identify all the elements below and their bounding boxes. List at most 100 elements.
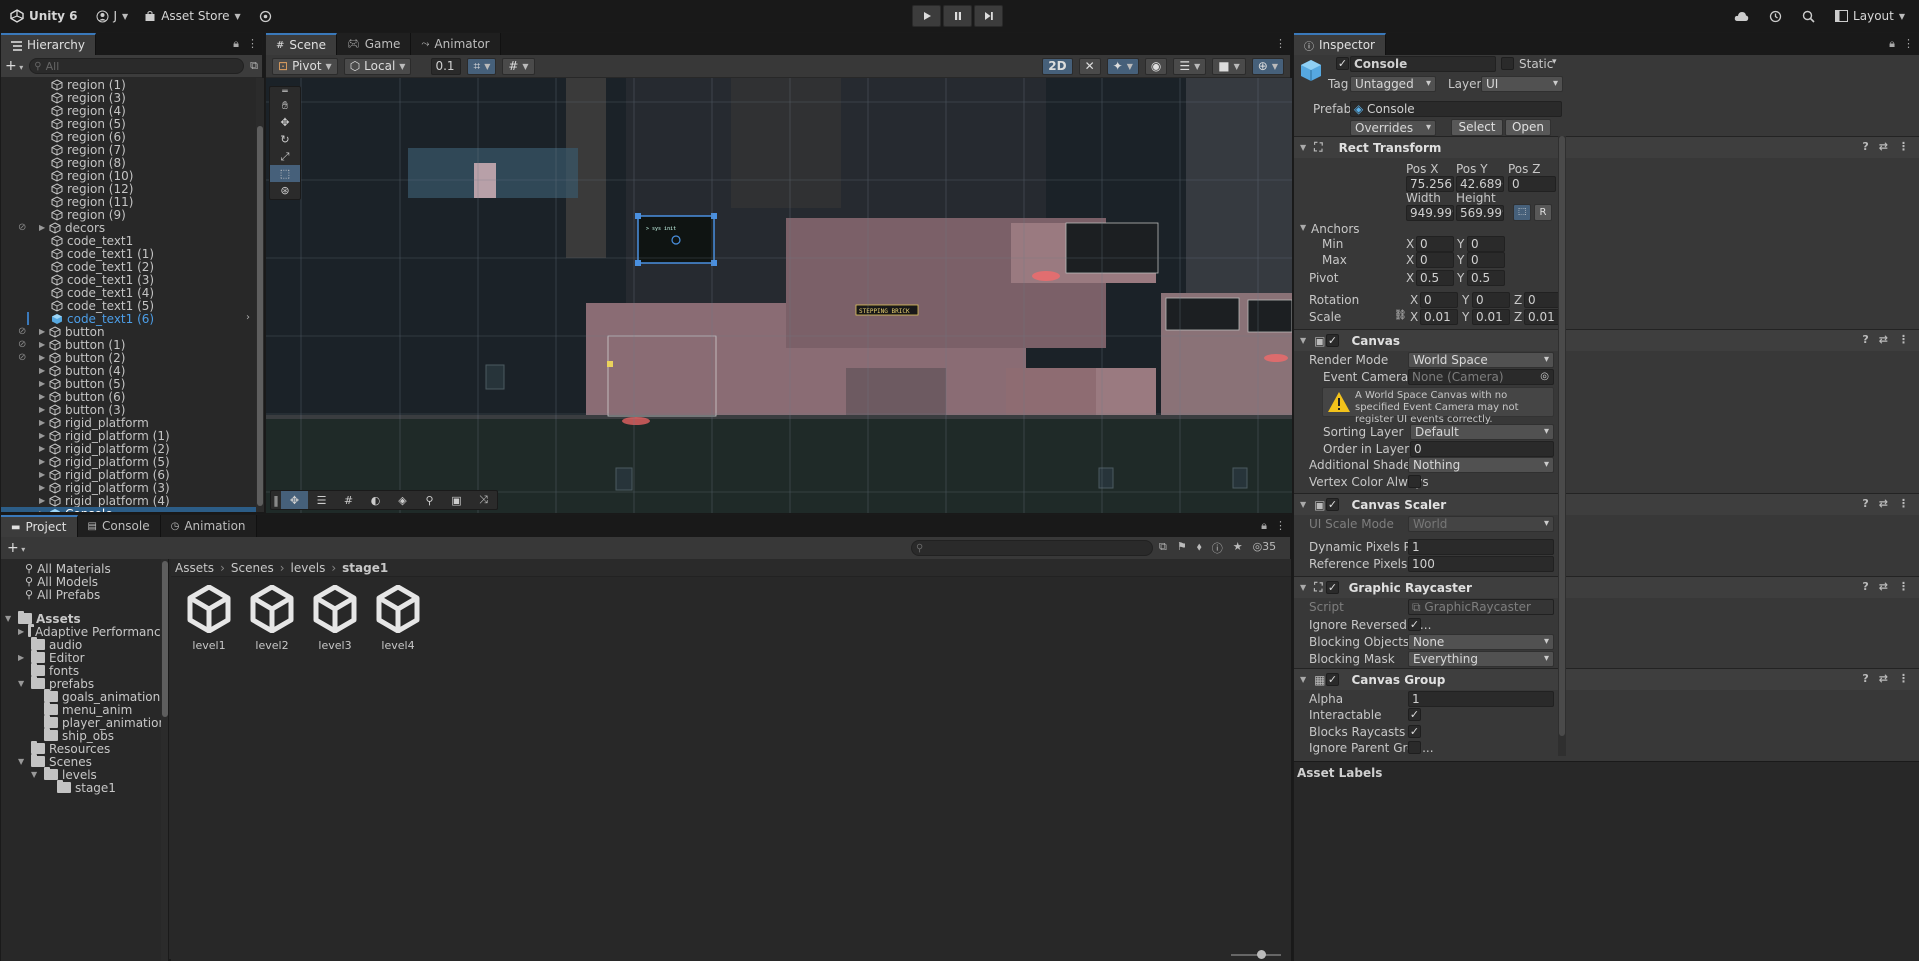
folder-tree-item[interactable]: ▼ levels	[1, 767, 168, 782]
hidden-eye-icon[interactable]: ⊘	[18, 352, 26, 363]
open-button[interactable]: Open	[1505, 119, 1551, 136]
hierarchy-item[interactable]: ⊘ ▶ button (1)	[1, 338, 256, 352]
ignore-parent-groups-checkbox[interactable]	[1408, 741, 1421, 754]
expand-arrow-icon[interactable]: ▶	[39, 483, 49, 492]
history-icon[interactable]	[1769, 10, 1782, 23]
blocks-raycasts-checkbox[interactable]: ✓	[1408, 725, 1421, 738]
shader-channels-dropdown[interactable]: Nothing	[1408, 457, 1554, 473]
rect-tool[interactable]: ⬚	[270, 165, 300, 182]
event-camera-field[interactable]: None (Camera) ◎	[1408, 369, 1554, 385]
move-tool-h[interactable]: ✥	[281, 491, 308, 509]
dynamic-pixels-input[interactable]: 1	[1408, 539, 1554, 555]
expand-arrow-icon[interactable]: ▶	[39, 470, 49, 479]
pivot-dropdown[interactable]: ⊡ Pivot ▼	[272, 57, 338, 75]
hierarchy-item[interactable]: region (3)	[1, 91, 256, 105]
collapse-icon[interactable]: ▼	[1300, 223, 1306, 232]
expand-arrow-icon[interactable]: ▶	[39, 496, 49, 505]
object-name-input[interactable]: Console	[1350, 56, 1496, 72]
scene-asset[interactable]: level1	[179, 585, 239, 652]
expand-arrow-icon[interactable]: ▼	[18, 679, 27, 688]
expand-arrow-icon[interactable]: ▼	[31, 770, 40, 779]
hierarchy-item[interactable]: code_text1 (4)	[1, 286, 256, 300]
cloud-settings-button[interactable]	[259, 10, 272, 23]
tab-animation[interactable]: ◷ Animation	[160, 515, 257, 537]
expand-arrow-icon[interactable]: ▶	[39, 509, 49, 512]
transform-tool[interactable]: ⊛	[270, 182, 300, 199]
reference-pixels-input[interactable]: 100	[1408, 556, 1554, 572]
graphic-raycaster-header[interactable]: ▼ ⛶ ✓ Graphic Raycaster ? ⇄ ⋮	[1294, 576, 1919, 598]
hierarchy-item[interactable]: ▶ rigid_platform (5)	[1, 455, 256, 469]
more-menu-icon[interactable]: ⋮	[1898, 580, 1909, 593]
blocking-objects-dropdown[interactable]: None	[1408, 634, 1554, 650]
active-checkbox[interactable]: ✓	[1336, 57, 1349, 70]
posy-input[interactable]: 42.68961	[1456, 176, 1504, 192]
link-icon[interactable]: ⛓	[1394, 310, 1407, 321]
hierarchy-item[interactable]: region (1)	[1, 78, 256, 92]
inspector-scrollbar[interactable]	[1558, 136, 1566, 756]
folder-tree-item[interactable]: goals_animation	[1, 689, 168, 704]
posz-input[interactable]: 0	[1508, 176, 1556, 192]
account-menu[interactable]: J ▼	[96, 9, 128, 23]
camera-tool[interactable]: ▣	[443, 491, 470, 509]
favorite-search-item[interactable]: ⚲ All Models	[25, 575, 168, 589]
canvas-scaler-enabled-checkbox[interactable]: ✓	[1326, 498, 1339, 511]
info-icon[interactable]: ⓘ	[1212, 540, 1223, 556]
anchor-max-x-input[interactable]: 0	[1416, 252, 1454, 268]
help-icon[interactable]: ?	[1862, 672, 1868, 685]
static-dropdown-icon[interactable]: ▾	[1552, 57, 1557, 67]
hierarchy-item[interactable]: region (8)	[1, 156, 256, 170]
ignore-reversed-checkbox[interactable]: ✓	[1408, 618, 1421, 631]
pivot-x-input[interactable]: 0.5	[1416, 270, 1454, 286]
tab-inspector[interactable]: ⓘ Inspector	[1294, 33, 1386, 55]
search-by-label-icon[interactable]: ⚑	[1177, 540, 1187, 556]
hierarchy-item[interactable]: ▶ Console	[1, 507, 256, 512]
step-button[interactable]	[974, 5, 1003, 27]
expand-arrow-icon[interactable]: ▶	[39, 223, 49, 232]
create-button[interactable]: + ▾	[5, 58, 23, 74]
hierarchy-item[interactable]: region (11)	[1, 195, 256, 209]
shuffle-tool[interactable]: ⤨	[470, 491, 497, 509]
grid-snapping-toggle[interactable]: ⌗ ▼	[467, 57, 497, 75]
visibility-toggle[interactable]: ◉	[1144, 57, 1168, 75]
preset-icon[interactable]: ⇄	[1879, 333, 1888, 346]
help-icon[interactable]: ?	[1862, 140, 1868, 153]
sorting-layer-dropdown[interactable]: Default	[1410, 424, 1554, 440]
lock-icon[interactable]: 🔒︎	[1889, 37, 1895, 51]
tree-scrollbar[interactable]	[161, 559, 168, 961]
breadcrumb-item[interactable]: levels	[291, 561, 326, 575]
hierarchy-item[interactable]: ⊘ ▶ button (2)	[1, 351, 256, 365]
more-menu-icon[interactable]: ⋮	[1275, 37, 1286, 50]
folder-tree-item[interactable]: ▶ Editor	[1, 650, 168, 665]
expand-arrow-icon[interactable]: ▶	[39, 379, 49, 388]
folder-tree-item[interactable]: ▼ prefabs	[1, 676, 168, 691]
canvas-group-header[interactable]: ▼ ▦ ✓ Canvas Group ? ⇄ ⋮	[1294, 668, 1919, 690]
hierarchy-item[interactable]: code_text1 (1)	[1, 247, 256, 261]
search-by-type-icon[interactable]: ⧉	[1159, 540, 1167, 556]
canvas-enabled-checkbox[interactable]: ✓	[1326, 334, 1339, 347]
scroll-thumb[interactable]	[162, 561, 168, 717]
pivot-y-input[interactable]: 0.5	[1467, 270, 1505, 286]
preset-icon[interactable]: ⇄	[1879, 672, 1888, 685]
tab-console[interactable]: ▤ Console	[77, 515, 161, 537]
hierarchy-item[interactable]: ⊘ ▶ button	[1, 325, 256, 339]
expand-arrow-icon[interactable]: ▼	[18, 757, 27, 766]
overrides-dropdown[interactable]: Overrides	[1350, 120, 1436, 136]
hierarchy-item[interactable]: › code_text1 (6)	[1, 312, 256, 326]
hidden-eye-icon[interactable]: ⊘	[18, 339, 26, 350]
folder-tree-item[interactable]: ▼ Assets	[1, 611, 168, 626]
prefab-field[interactable]: ◈ Console	[1350, 101, 1562, 117]
height-input[interactable]: 569.9998	[1456, 205, 1504, 221]
hierarchy-search-input[interactable]: ⚲ All	[29, 58, 245, 74]
scale-x-input[interactable]: 0.01	[1420, 309, 1458, 325]
layer-dropdown[interactable]: UI	[1481, 76, 1563, 92]
more-menu-icon[interactable]: ⋮	[1898, 140, 1909, 153]
vertex-color-checkbox[interactable]	[1408, 475, 1421, 488]
raw-edit-button[interactable]: R	[1534, 204, 1552, 221]
hidden-packages-toggle[interactable]: ◎35	[1253, 540, 1277, 556]
layout-menu[interactable]: Layout ▼	[1835, 9, 1905, 23]
slider-thumb[interactable]	[1257, 950, 1266, 959]
anchor-min-y-input[interactable]: 0	[1467, 236, 1505, 252]
camera-settings-dropdown[interactable]: ■ ▼	[1212, 57, 1246, 75]
hierarchy-item[interactable]: ▶ button (4)	[1, 364, 256, 378]
preset-icon[interactable]: ⇄	[1879, 140, 1888, 153]
